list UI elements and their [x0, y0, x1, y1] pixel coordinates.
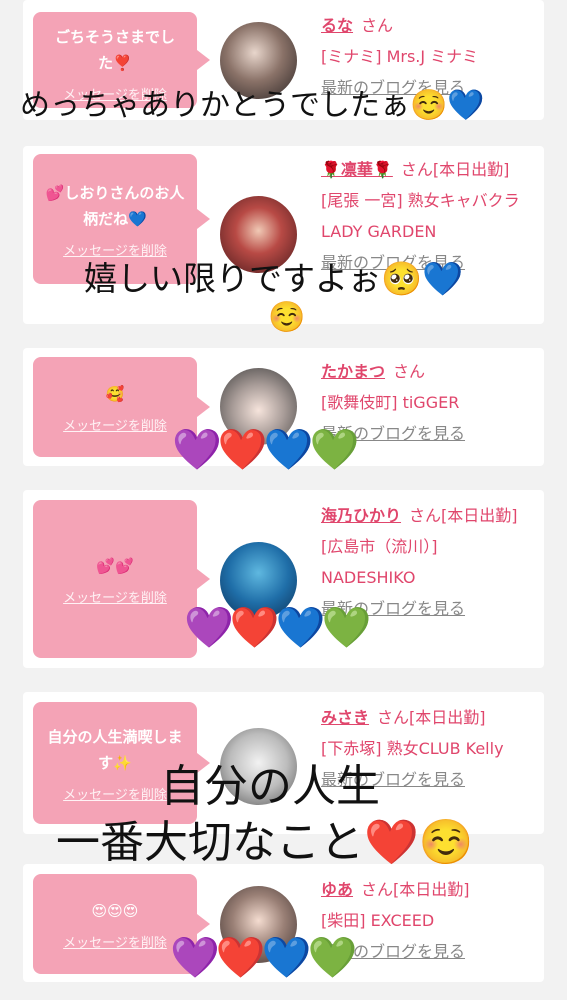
heart-emoji-row: 💜❤️💙💚: [170, 934, 357, 981]
user-name-link[interactable]: 🌹凛華🌹: [321, 160, 393, 179]
user-name-link[interactable]: みさき: [321, 708, 369, 727]
honorific: さん[本日出勤]: [361, 880, 470, 899]
message-text: 💕💕: [96, 556, 134, 575]
user-name-link[interactable]: 海乃ひかり: [321, 506, 401, 525]
blue-heart-icon: 💙: [261, 935, 312, 981]
overlay-caption: 嬉しい限りですよぉ🥺💙: [84, 252, 463, 300]
green-heart-icon: 💚: [307, 935, 357, 981]
heart-emoji-row: 💜❤️💙💚: [184, 604, 371, 651]
red-heart-icon: ❤️: [215, 935, 266, 981]
purple-heart-icon: 💜: [172, 427, 222, 473]
overlay-caption-emoji: ☺️: [268, 300, 306, 335]
overlay-caption-emoji: 🥺💙: [381, 259, 464, 298]
overlay-caption: 一番大切なこと❤️☺️: [56, 806, 474, 870]
shop-name: [尾張 一宮] 熟女キャバクラ LADY GARDEN: [321, 191, 520, 241]
red-heart-icon: ❤️: [229, 605, 280, 651]
delete-message-link[interactable]: メッセージを削除: [63, 415, 167, 434]
honorific: さん: [393, 362, 426, 381]
message-text: ごちそうさまでした❣️: [54, 27, 175, 72]
green-heart-icon: 💚: [309, 427, 359, 473]
message-bubble: 💕💕 メッセージを削除: [33, 500, 210, 658]
message-text: 😍😍😍: [91, 901, 139, 920]
message-text: 🥰: [105, 384, 125, 403]
delete-message-link[interactable]: メッセージを削除: [63, 784, 167, 803]
honorific: さん[本日出勤]: [400, 160, 510, 179]
purple-heart-icon: 💜: [170, 935, 220, 981]
overlay-caption: 自分の人生: [160, 750, 380, 814]
red-heart-icon: ❤️: [217, 427, 268, 473]
blue-heart-icon: 💙: [275, 605, 326, 651]
delete-message-link[interactable]: メッセージを削除: [63, 932, 167, 951]
user-name-link[interactable]: たかまつ: [321, 362, 385, 381]
overlay-caption-emoji: ☺️💙: [410, 88, 485, 123]
heart-emoji-row: 💜❤️💙💚: [172, 426, 359, 473]
overlay-caption-text: 一番大切なこと: [56, 817, 364, 868]
shop-name: [広島市（流川）] NADESHIKO: [321, 537, 438, 587]
overlay-caption-text: 嬉しい限りですよぉ: [84, 259, 381, 298]
overlay-caption-emoji: ❤️☺️: [364, 817, 474, 868]
user-name-link[interactable]: ゆあ: [321, 880, 353, 899]
overlay-caption: めっちゃありかとうでしたぁ☺️💙: [20, 80, 485, 124]
honorific: さん[本日出勤]: [377, 708, 486, 727]
shop-name: [ミナミ] Mrs.J ミナミ: [321, 47, 479, 66]
delete-message-link[interactable]: メッセージを削除: [63, 587, 167, 606]
honorific: さん: [361, 16, 394, 35]
shop-name: [歌舞伎町] tiGGER: [321, 393, 460, 412]
overlay-caption-text: めっちゃありかとうでしたぁ: [20, 88, 410, 123]
blue-heart-icon: 💙: [263, 427, 314, 473]
message-text: 💕しおりさんのお人柄だね💙: [45, 183, 185, 228]
green-heart-icon: 💚: [321, 605, 371, 651]
purple-heart-icon: 💜: [184, 605, 234, 651]
overlay-caption-text: 自分の人生: [160, 761, 380, 812]
user-name-link[interactable]: るな: [321, 16, 353, 35]
shop-name: [柴田] EXCEED: [321, 911, 435, 930]
honorific: さん[本日出勤]: [409, 506, 518, 525]
